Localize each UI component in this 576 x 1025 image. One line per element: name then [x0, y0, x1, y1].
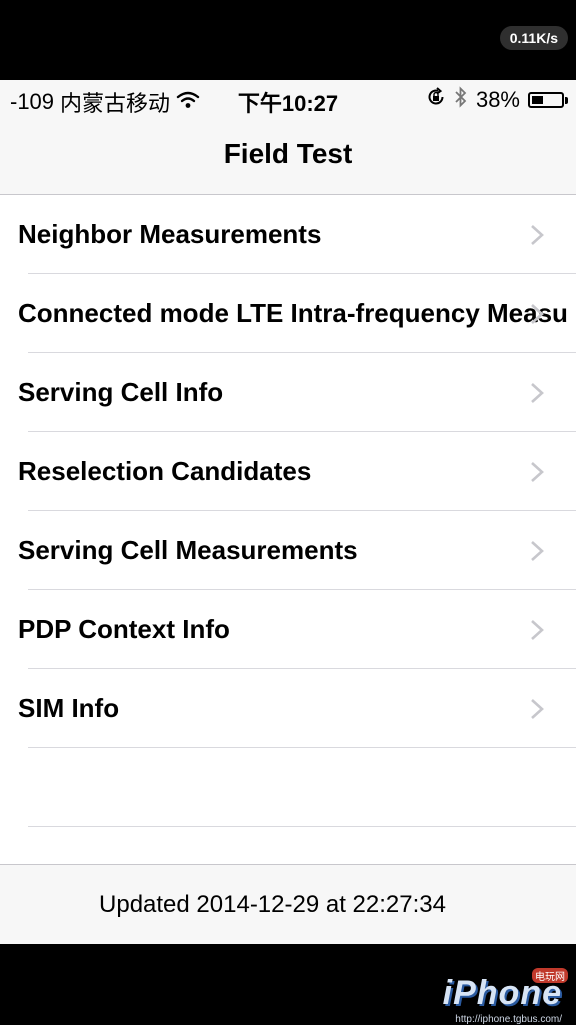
- network-speed-badge: 0.11K/s: [499, 26, 568, 50]
- empty-list-row: [0, 748, 576, 827]
- chevron-right-icon: [531, 304, 544, 324]
- list-item-label: Neighbor Measurements: [18, 219, 322, 249]
- bluetooth-icon: [454, 86, 468, 114]
- chevron-right-icon: [531, 699, 544, 719]
- list-item-label: PDP Context Info: [18, 614, 230, 644]
- list-item-reselection-candidates[interactable]: Reselection Candidates: [0, 432, 576, 511]
- list-item-label: Connected mode LTE Intra-frequency Measu: [18, 298, 568, 328]
- chevron-right-icon: [531, 541, 544, 561]
- list-item-label: SIM Info: [18, 693, 120, 723]
- page-title: Field Test: [223, 138, 353, 169]
- phone-screen: -109 内蒙古移动 下午10:27 38% Field Test Neighb…: [0, 80, 576, 944]
- field-test-list: Neighbor Measurements Connected mode LTE…: [0, 195, 576, 827]
- status-right: 38%: [426, 86, 568, 114]
- status-bar: -109 内蒙古移动 下午10:27 38%: [0, 80, 576, 118]
- list-item-neighbor-measurements[interactable]: Neighbor Measurements: [0, 195, 576, 274]
- list-item-pdp-context-info[interactable]: PDP Context Info: [0, 590, 576, 669]
- list-item-serving-cell-measurements[interactable]: Serving Cell Measurements: [0, 511, 576, 590]
- battery-fill: [532, 96, 543, 104]
- chevron-right-icon: [531, 462, 544, 482]
- updated-timestamp: Updated 2014-12-29 at 22:27:34: [99, 891, 446, 918]
- list-item-sim-info[interactable]: SIM Info: [0, 669, 576, 748]
- battery-tip: [565, 96, 568, 104]
- list-item-label: Serving Cell Info: [18, 377, 224, 407]
- bottom-black-bar: iPhone 电玩网 http://iphone.tgbus.com/: [0, 944, 576, 1025]
- battery-icon: [528, 92, 568, 108]
- rotation-lock-icon: [426, 87, 446, 113]
- chevron-right-icon: [531, 620, 544, 640]
- watermark-url: http://iphone.tgbus.com/: [455, 1014, 562, 1025]
- list-item-label: Reselection Candidates: [18, 456, 312, 486]
- list-item-connected-mode-lte[interactable]: Connected mode LTE Intra-frequency Measu: [0, 274, 576, 353]
- chevron-right-icon: [531, 225, 544, 245]
- battery-percent: 38%: [475, 87, 520, 112]
- chevron-right-icon: [531, 383, 544, 403]
- navigation-bar: Field Test: [0, 118, 576, 195]
- battery-body: [528, 92, 564, 108]
- watermark-badge: 电玩网: [532, 968, 568, 983]
- footer-toolbar: Updated 2014-12-29 at 22:27:34: [0, 864, 576, 944]
- list-item-label: Serving Cell Measurements: [18, 535, 358, 565]
- watermark: iPhone 电玩网 http://iphone.tgbus.com/: [443, 968, 568, 1025]
- list-item-serving-cell-info[interactable]: Serving Cell Info: [0, 353, 576, 432]
- top-black-bar: 0.11K/s: [0, 0, 576, 80]
